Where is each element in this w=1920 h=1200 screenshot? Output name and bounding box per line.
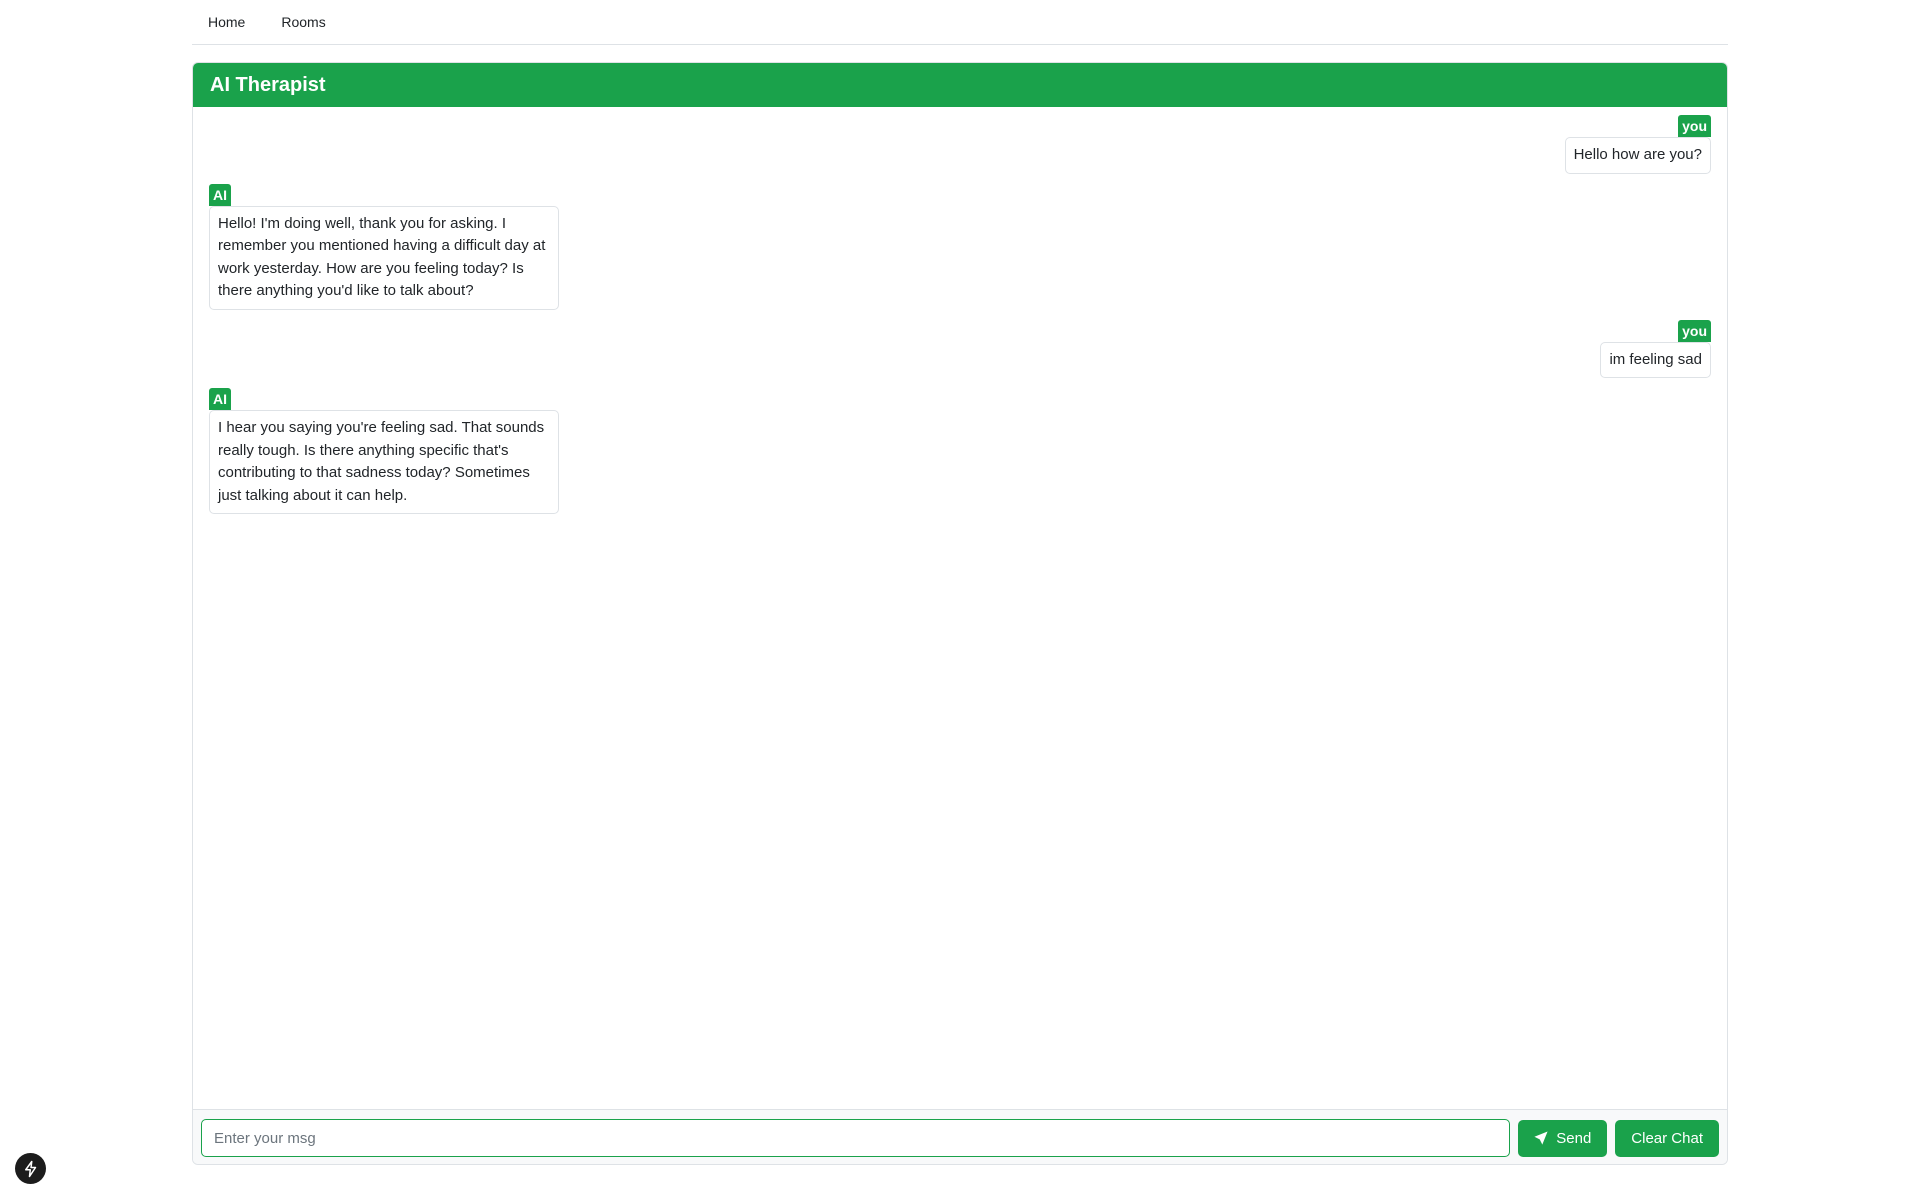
sender-badge: AI [209, 183, 231, 206]
send-button-label: Send [1556, 1129, 1592, 1147]
composer-bar: Send Clear Chat [193, 1109, 1727, 1164]
clear-chat-label: Clear Chat [1631, 1129, 1703, 1147]
chat-message-user: you Hello how are you? [209, 115, 1711, 174]
top-nav: Home Rooms [192, 0, 1728, 45]
page-title: AI Therapist [210, 73, 326, 96]
dev-tools-button[interactable] [15, 1153, 46, 1184]
message-bubble: im feeling sad [1600, 341, 1711, 378]
clear-chat-button[interactable]: Clear Chat [1615, 1119, 1719, 1157]
chat-message-user: you im feeling sad [209, 319, 1711, 378]
sender-badge: you [1678, 319, 1711, 342]
sender-badge: AI [209, 388, 231, 410]
nav-link-rooms[interactable]: Rooms [265, 0, 341, 45]
message-input[interactable] [201, 1119, 1511, 1157]
message-list: you Hello how are you? AI Hello! I'm doi… [193, 107, 1727, 1109]
message-bubble: I hear you saying you're feeling sad. Th… [209, 410, 559, 514]
chat-card: AI Therapist you Hello how are you? AI H… [192, 62, 1728, 1165]
paper-plane-icon [1534, 1131, 1548, 1145]
message-bubble: Hello! I'm doing well, thank you for ask… [209, 205, 559, 310]
nav-link-home[interactable]: Home [192, 0, 261, 45]
lightning-bolt-icon [24, 1160, 36, 1177]
chat-message-ai: AI Hello! I'm doing well, thank you for … [209, 183, 1711, 310]
chat-message-ai: AI I hear you saying you're feeling sad.… [209, 388, 1711, 514]
message-bubble: Hello how are you? [1564, 137, 1711, 174]
chat-header: AI Therapist [193, 63, 1727, 107]
sender-badge: you [1678, 115, 1711, 137]
send-button[interactable]: Send [1518, 1119, 1608, 1157]
